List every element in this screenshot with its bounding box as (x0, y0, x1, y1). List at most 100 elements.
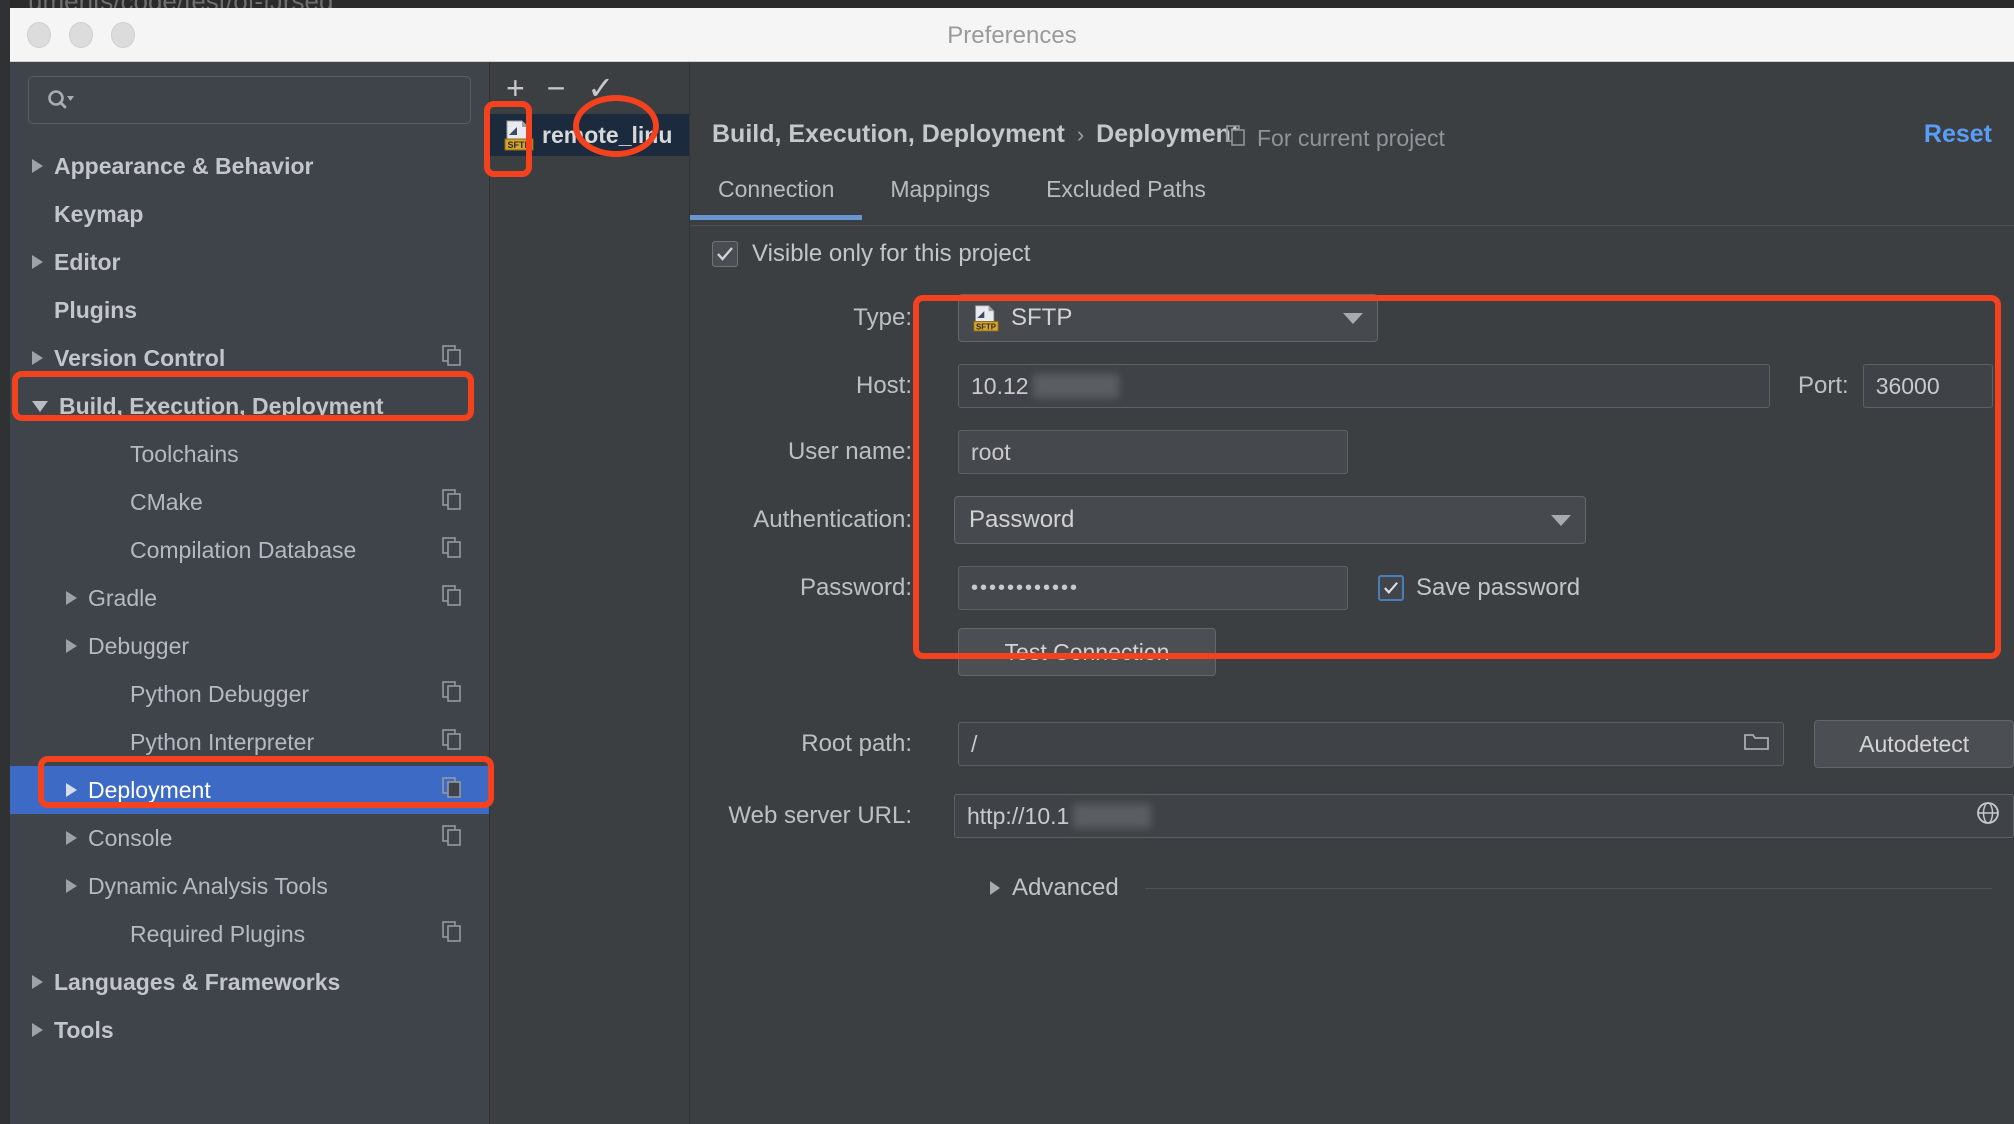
server-list-item[interactable]: SFTP remote_linu (490, 114, 689, 156)
chevron-right-icon[interactable] (66, 879, 77, 893)
sidebar-item-label: Required Plugins (130, 921, 305, 948)
globe-icon[interactable] (1975, 800, 2001, 832)
type-row: Type: SFTP (690, 294, 2014, 342)
chevron-right-icon[interactable] (66, 831, 77, 845)
authentication-label: Authentication: (690, 506, 930, 534)
server-name-label: remote_linu (542, 122, 672, 149)
sidebar-item-label: Tools (54, 1017, 114, 1044)
autodetect-button[interactable]: Autodetect (1814, 720, 2014, 768)
chevron-right-icon[interactable] (32, 255, 43, 269)
visible-only-label: Visible only for this project (752, 240, 1030, 268)
sidebar-item-keymap[interactable]: Keymap (10, 190, 489, 238)
search-input[interactable] (75, 89, 470, 111)
breadcrumb-separator: › (1077, 122, 1084, 148)
search-container (10, 62, 489, 130)
port-input[interactable]: 36000 (1863, 364, 1993, 408)
tab-excluded-paths[interactable]: Excluded Paths (1018, 170, 1234, 219)
remove-server-button[interactable]: − (547, 72, 566, 104)
sidebar-item-cmake[interactable]: CMake (10, 478, 489, 526)
copy-icon[interactable] (441, 585, 463, 611)
sidebar-item-appearance-behavior[interactable]: Appearance & Behavior (10, 142, 489, 190)
advanced-section-header[interactable]: Advanced (690, 874, 2014, 902)
sidebar-item-label: Keymap (54, 201, 143, 228)
authentication-value: Password (969, 506, 1074, 534)
sidebar-item-deployment[interactable]: Deployment (10, 766, 489, 814)
copy-icon[interactable] (441, 345, 463, 371)
sidebar-item-label: Compilation Database (130, 537, 356, 564)
root-path-row: Root path: / Autodetect (690, 720, 2014, 768)
password-value: •••••••••••• (971, 577, 1079, 600)
username-label: User name: (690, 438, 930, 466)
folder-icon[interactable] (1743, 730, 1771, 758)
sidebar-item-required-plugins[interactable]: Required Plugins (10, 910, 489, 958)
tab-connection[interactable]: Connection (690, 170, 862, 219)
sidebar-item-label: Version Control (54, 345, 225, 372)
reset-button[interactable]: Reset (1924, 120, 1992, 149)
root-path-input[interactable]: / (958, 722, 1784, 766)
copy-icon[interactable] (441, 729, 463, 755)
visible-only-row[interactable]: Visible only for this project (690, 240, 2014, 268)
sidebar-item-label: Deployment (88, 777, 211, 804)
sidebar-item-label: CMake (130, 489, 203, 516)
copy-icon[interactable] (441, 921, 463, 947)
tab-mappings[interactable]: Mappings (862, 170, 1018, 219)
username-input[interactable]: root (958, 430, 1348, 474)
chevron-right-icon (990, 881, 1000, 895)
sidebar-item-languages-frameworks[interactable]: Languages & Frameworks (10, 958, 489, 1006)
sidebar-item-editor[interactable]: Editor (10, 238, 489, 286)
settings-sidebar: Appearance & Behavior Keymap Editor Plugins… (10, 62, 490, 1124)
chevron-right-icon[interactable] (66, 639, 77, 653)
chevron-right-icon[interactable] (66, 591, 77, 605)
type-combobox[interactable]: SFTP SFTP (958, 294, 1378, 342)
svg-text:SFTP: SFTP (976, 322, 996, 331)
chevron-down-icon[interactable] (32, 401, 48, 412)
chevron-right-icon[interactable] (32, 159, 43, 173)
settings-tree: Appearance & Behavior Keymap Editor Plugins… (10, 130, 489, 1054)
authentication-combobox[interactable]: Password (954, 496, 1586, 544)
sidebar-item-tools[interactable]: Tools (10, 1006, 489, 1054)
copy-icon[interactable] (441, 825, 463, 851)
web-server-url-redacted (1073, 804, 1151, 828)
authentication-row: Authentication: Password (690, 496, 2014, 544)
sidebar-item-label: Appearance & Behavior (54, 153, 313, 180)
sidebar-item-python-interpreter[interactable]: Python Interpreter (10, 718, 489, 766)
password-input[interactable]: •••••••••••• (958, 566, 1348, 610)
chevron-right-icon[interactable] (32, 351, 43, 365)
web-server-url-input[interactable]: http://10.1 (954, 794, 2014, 838)
host-redacted (1033, 374, 1119, 398)
root-path-label: Root path: (690, 730, 930, 758)
test-connection-button[interactable]: Test Connection (958, 628, 1216, 676)
breadcrumb-root[interactable]: Build, Execution, Deployment (712, 120, 1065, 149)
port-value: 36000 (1876, 373, 1940, 400)
settings-tabs: ConnectionMappingsExcluded Paths (690, 170, 2014, 226)
sidebar-item-build-execution-deployment[interactable]: Build, Execution, Deployment (10, 382, 489, 430)
sidebar-item-python-debugger[interactable]: Python Debugger (10, 670, 489, 718)
search-box[interactable] (28, 76, 471, 124)
sidebar-item-toolchains[interactable]: Toolchains (10, 430, 489, 478)
sidebar-item-dynamic-analysis-tools[interactable]: Dynamic Analysis Tools (10, 862, 489, 910)
copy-icon[interactable] (441, 681, 463, 707)
set-default-server-button[interactable]: ✓ (587, 72, 614, 104)
chevron-right-icon[interactable] (66, 783, 77, 797)
sidebar-item-version-control[interactable]: Version Control (10, 334, 489, 382)
for-current-project-text: For current project (1257, 125, 1445, 152)
host-input[interactable]: 10.12 (958, 364, 1770, 408)
sidebar-item-label: Toolchains (130, 441, 239, 468)
chevron-right-icon[interactable] (32, 975, 43, 989)
add-server-button[interactable]: + (506, 72, 525, 104)
chevron-right-icon[interactable] (32, 1023, 43, 1037)
search-icon (45, 88, 75, 112)
save-password-checkbox[interactable] (1378, 575, 1404, 601)
host-row: Host: 10.12 Port: 36000 (690, 364, 2014, 408)
sidebar-item-debugger[interactable]: Debugger (10, 622, 489, 670)
visible-only-checkbox[interactable] (712, 241, 738, 267)
copy-icon[interactable] (441, 489, 463, 515)
sidebar-item-plugins[interactable]: Plugins (10, 286, 489, 334)
advanced-divider (1145, 888, 1992, 889)
sidebar-item-label: Editor (54, 249, 120, 276)
copy-icon[interactable] (441, 537, 463, 563)
sidebar-item-console[interactable]: Console (10, 814, 489, 862)
copy-icon[interactable] (441, 777, 463, 803)
sidebar-item-compilation-database[interactable]: Compilation Database (10, 526, 489, 574)
sidebar-item-gradle[interactable]: Gradle (10, 574, 489, 622)
